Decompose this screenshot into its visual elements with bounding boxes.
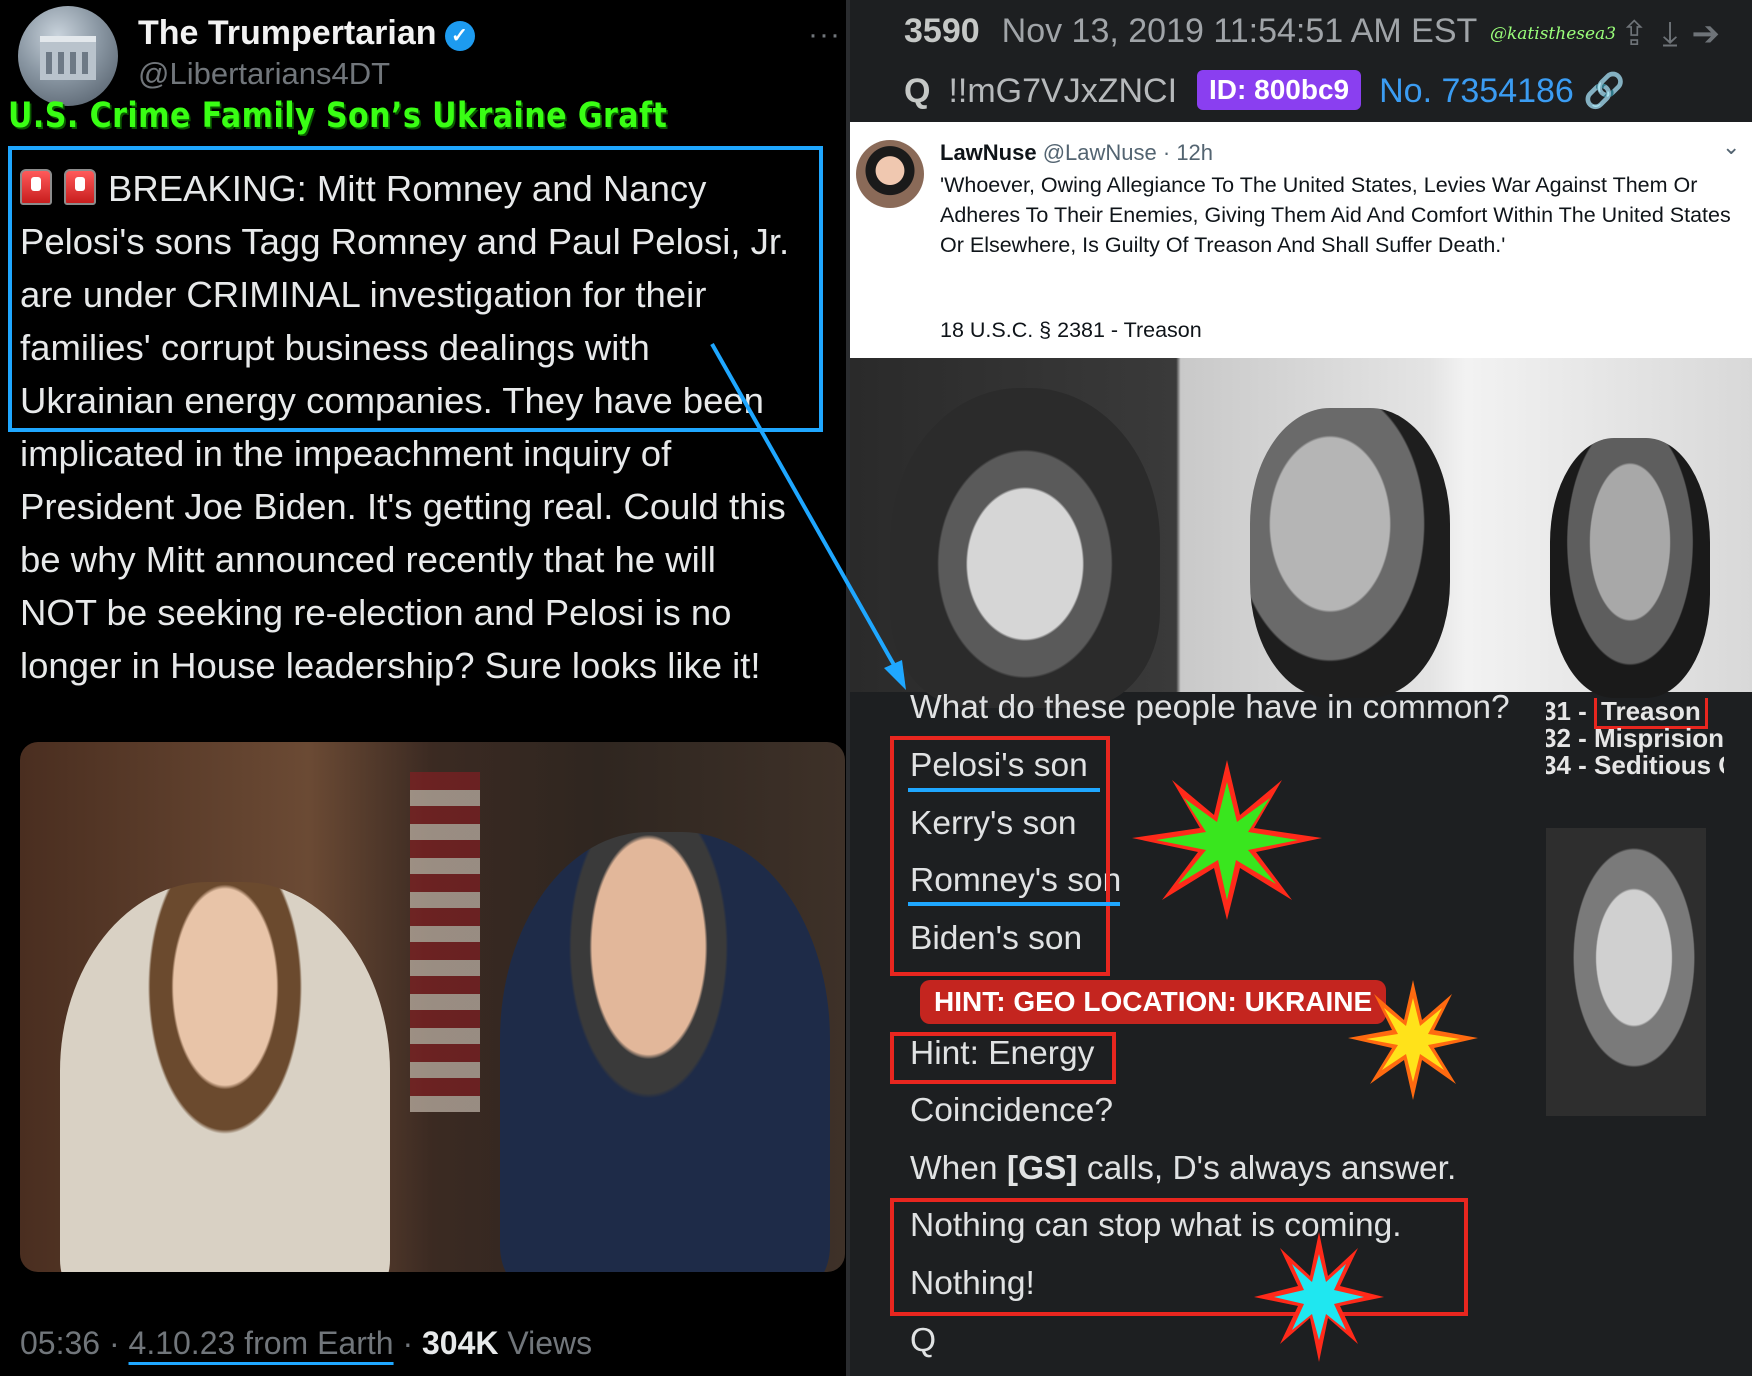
embedded-handle-time: @LawNuse · 12h: [1042, 140, 1214, 165]
q-post-panel: 3590 Nov 13, 2019 11:54:51 AM EST @katist…: [846, 0, 1752, 1376]
display-name-text: The Trumpertarian: [138, 14, 437, 52]
post-header: 3590 Nov 13, 2019 11:54:51 AM EST: [904, 12, 1477, 51]
post-number: 3590: [904, 12, 980, 50]
person-figure-right: [500, 832, 830, 1272]
chevron-down-icon[interactable]: ⌄: [1722, 134, 1740, 160]
tripcode: !!mG7VJxZNCI: [948, 72, 1178, 110]
red-box-sons: [890, 736, 1110, 976]
embedded-citation: 18 U.S.C. § 2381 - Treason: [940, 318, 1202, 342]
portrait-1: [890, 388, 1160, 708]
embedded-user[interactable]: LawNuse @LawNuse · 12h: [940, 140, 1213, 166]
avatar-building: [40, 36, 96, 80]
bw-photo-collage: [850, 358, 1752, 708]
starburst-cyan-icon: [1254, 1232, 1384, 1362]
verified-badge-icon: ✓: [444, 21, 475, 51]
starburst-yellow-icon: [1348, 980, 1478, 1100]
gs-text-b: [GS]: [1006, 1150, 1078, 1187]
flag-graphic: [410, 772, 480, 1112]
post-link[interactable]: No. 7354186: [1379, 72, 1574, 110]
statute-2381-num: 31 -: [1546, 698, 1595, 726]
hint-overlay-badge: HINT: GEO LOCATION: UKRAINE: [920, 980, 1387, 1024]
question-line: What do these people have in common?: [910, 689, 1510, 726]
id-badge[interactable]: ID: 800bc9: [1197, 70, 1362, 110]
tweet-date-link[interactable]: 4.10.23 from Earth: [129, 1325, 394, 1361]
embedded-tweet[interactable]: LawNuse @LawNuse · 12h ⌄ 'Whoever, Owing…: [850, 122, 1752, 358]
tweet-image[interactable]: [20, 742, 845, 1272]
statute-2382: 32 - Misprision: [1546, 723, 1724, 753]
underline-romney: [908, 902, 1120, 906]
gs-text-c: calls, D's always answer.: [1077, 1150, 1457, 1187]
post-author-row: Q !!mG7VJxZNCI ID: 800bc9 No. 7354186 🔗: [904, 70, 1626, 111]
statute-list: 31 - Treason 32 - Misprision 34 - Sediti…: [1546, 698, 1724, 826]
post-timestamp: Nov 13, 2019 11:54:51 AM EST: [1001, 12, 1478, 50]
link-icon[interactable]: 🔗: [1583, 72, 1625, 110]
portrait-3: [1550, 438, 1710, 698]
more-options-icon[interactable]: ···: [808, 18, 841, 52]
user-handle[interactable]: @Libertarians4DT: [138, 56, 390, 92]
red-box-energy: [890, 1032, 1116, 1084]
gs-text-a: When: [910, 1150, 1007, 1187]
portrait-2: [1250, 408, 1450, 698]
statute-2381: 31 - Treason: [1546, 698, 1724, 729]
views-count: 304K: [421, 1325, 499, 1361]
watermark: @katisthesea3: [1490, 24, 1617, 44]
meta-separator: ·: [393, 1325, 422, 1361]
signature-q: Q: [910, 1322, 937, 1359]
overlay-headline: U.S. Crime Family Son’s Ukraine Graft: [8, 96, 668, 136]
starburst-green-icon: [1132, 760, 1322, 920]
embedded-text: 'Whoever, Owing Allegiance To The United…: [940, 173, 1731, 257]
embedded-name: LawNuse: [940, 140, 1037, 165]
portrait-4: [1546, 828, 1706, 1116]
avatar[interactable]: [18, 6, 118, 106]
statute-2384: 34 - Seditious C: [1546, 750, 1724, 780]
person-figure-left: [60, 882, 390, 1272]
header-action-icons[interactable]: ⇪⤓➔: [1620, 14, 1734, 54]
views-label: Views: [498, 1325, 593, 1361]
underline-pelosi: [908, 788, 1100, 792]
tweet-meta: 05:36 · 4.10.23 from Earth · 304K Views: [20, 1325, 592, 1362]
tweet-time[interactable]: 05:36 ·: [20, 1325, 129, 1361]
embedded-avatar[interactable]: [856, 140, 924, 208]
line-gs-calls: When [GS] calls, D's always answer.: [910, 1150, 1530, 1188]
highlight-box-blue: [8, 146, 823, 432]
post-author: Q: [904, 72, 931, 110]
display-name[interactable]: The Trumpertarian ✓: [138, 14, 475, 53]
tweet-panel: The Trumpertarian ✓ @Libertarians4DT ··· …: [0, 0, 846, 1376]
